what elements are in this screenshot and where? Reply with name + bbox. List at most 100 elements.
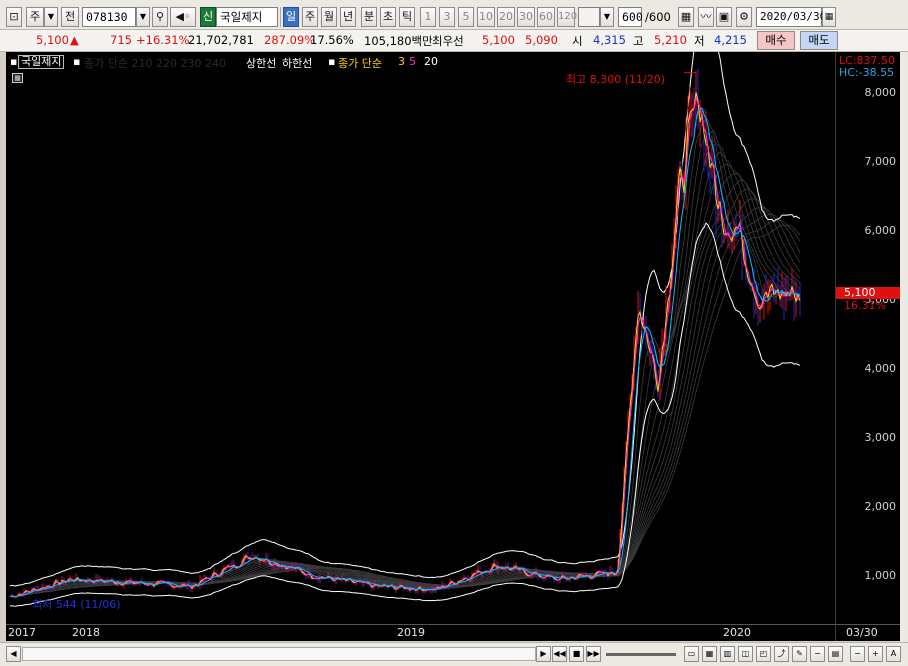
grid-icon[interactable]: ▦ <box>12 73 23 83</box>
num-5[interactable]: 5 <box>458 7 474 27</box>
last-icon[interactable]: ▶▶ <box>586 646 601 662</box>
best-label: 최우선 <box>432 34 464 48</box>
x-tick-2019: 2019 <box>397 626 425 639</box>
num-60[interactable]: 60 <box>537 7 555 27</box>
minus-icon[interactable]: − <box>810 646 825 662</box>
chart-scrollbar[interactable]: ◀ ▶ ◀◀ ■ ▶▶ ▭ ▦ ▥ ◫ ◰ ⤴ ✎ − ▤ − + A <box>0 642 908 666</box>
num-30[interactable]: 30 <box>517 7 535 27</box>
fit-icon[interactable]: ▤ <box>828 646 843 662</box>
font-icon[interactable]: A <box>886 646 901 662</box>
tools-icon[interactable]: ✎ <box>792 646 807 662</box>
period-button[interactable]: 주 <box>26 7 44 27</box>
trade-amount: 105,180백만 <box>364 34 433 48</box>
calendar-icon[interactable]: ▦ <box>822 7 836 27</box>
legend-ma5: 5 <box>409 55 416 68</box>
legend-stock-name[interactable]: 국일제지 <box>18 55 65 69</box>
upper-band-line <box>9 0 801 587</box>
low-label: 저 <box>694 34 705 48</box>
sound-icon[interactable]: ◀◦ <box>170 7 196 27</box>
y-tick-label: 8,000 <box>864 86 897 100</box>
y-tick-label: 7,000 <box>864 155 897 169</box>
low-price: 4,215 <box>714 33 747 47</box>
legend-box-icon-2: ▪ <box>73 55 81 68</box>
legend-box-icon-3: ▪ <box>328 55 336 68</box>
ma-long-line <box>9 140 801 597</box>
open-label: 시 <box>572 34 583 48</box>
gear-icon[interactable]: ⚙ <box>736 7 752 27</box>
best-ask: 5,100 <box>482 33 515 47</box>
tab-week[interactable]: 주 <box>302 7 318 27</box>
ma-long-line <box>9 214 801 597</box>
chart-icon[interactable]: ◰ <box>756 646 771 662</box>
scroll-right-icon[interactable]: ▶ <box>536 646 551 662</box>
high-price: 5,210 <box>654 33 687 47</box>
sell-button[interactable]: 매도 <box>800 31 838 50</box>
chart-canvas[interactable] <box>6 0 835 624</box>
chart-type-icon[interactable]: ⊡ <box>6 7 22 27</box>
volume: 21,702,781 <box>188 33 254 47</box>
last-price-box: 5,100 <box>836 287 901 300</box>
zoom-slider[interactable] <box>606 653 676 656</box>
quote-bar: 5,100 ▲ 715 +16.31% 21,702,781 287.09% 1… <box>0 30 908 52</box>
count-input[interactable]: 600 <box>618 7 643 27</box>
compare-icon[interactable]: ◫ <box>738 646 753 662</box>
trend-icon[interactable]: ⤴ <box>774 646 789 662</box>
ma-long-line <box>9 189 801 597</box>
view-button[interactable]: 전 <box>61 7 79 27</box>
period-custom-dropdown[interactable]: ▼ <box>600 7 614 27</box>
scroll-left-icon[interactable]: ◀ <box>6 646 21 662</box>
price-chart[interactable] <box>6 0 835 624</box>
num-3[interactable]: 3 <box>439 7 455 27</box>
stop-icon[interactable]: ■ <box>569 646 584 662</box>
y-tick-label: 2,000 <box>864 499 897 513</box>
change-rate: +16.31% <box>136 33 190 47</box>
tab-tick[interactable]: 틱 <box>399 7 415 27</box>
up-triangle-icon: ▲ <box>70 33 79 47</box>
first-icon[interactable]: ◀◀ <box>552 646 567 662</box>
num-1[interactable]: 1 <box>420 7 436 27</box>
ma-long-line <box>9 179 801 597</box>
y-tick-label: 4,000 <box>864 362 897 375</box>
ladder-icon[interactable]: ▦ <box>678 7 694 27</box>
date-axis-corner: 03/30 <box>835 624 900 641</box>
y-tick-label: 3,000 <box>864 430 897 444</box>
ma-long-line <box>9 219 801 597</box>
code-input[interactable]: 078130 <box>82 7 136 27</box>
zoom-out-icon[interactable]: − <box>850 646 865 662</box>
stock-name[interactable]: 국일제지 <box>216 7 278 27</box>
new-badge: 신 <box>200 7 216 27</box>
x-tick-2017: 2017 <box>8 626 36 639</box>
period-dropdown[interactable]: ▼ <box>44 7 58 27</box>
num-20[interactable]: 20 <box>497 7 515 27</box>
legend-ma20: 20 <box>424 55 438 68</box>
tab-second[interactable]: 초 <box>380 7 396 27</box>
tab-day[interactable]: 일 <box>283 7 299 27</box>
tab-minute[interactable]: 분 <box>361 7 377 27</box>
scroll-track[interactable] <box>22 647 536 661</box>
zoom-in-icon[interactable]: + <box>868 646 883 662</box>
volume-rate: 287.09% <box>264 33 316 47</box>
price-axis: LC:837.50 HC:-38.55 1,000 2,000 3,000 4,000… <box>835 52 901 624</box>
num-10[interactable]: 10 <box>477 7 495 27</box>
ma-long-line <box>9 224 801 597</box>
period-custom-input[interactable] <box>578 7 600 27</box>
price-change: 715 <box>110 33 132 47</box>
current-price: 5,100 <box>36 33 69 47</box>
date-axis: 2017 2018 2019 2020 <box>6 624 835 641</box>
x-tick-2018: 2018 <box>72 626 100 639</box>
zoom-icon[interactable]: ▭ <box>684 646 699 662</box>
grid-view-icon[interactable]: ▦ <box>702 646 717 662</box>
high-note: 최고 8,300 (11/20) <box>566 73 666 86</box>
num-120[interactable]: 120 <box>557 7 577 27</box>
ma-long-line <box>9 207 801 597</box>
split-view-icon[interactable]: ▥ <box>720 646 735 662</box>
draw-tool-icon[interactable]: 〰 <box>698 7 714 27</box>
date-input[interactable]: 2020/03/30 <box>756 7 826 27</box>
tab-month[interactable]: 월 <box>321 7 337 27</box>
tab-year[interactable]: 년 <box>340 7 356 27</box>
save-icon[interactable]: ▣ <box>716 7 732 27</box>
search-icon[interactable]: ⚲ <box>152 7 168 27</box>
code-dropdown[interactable]: ▼ <box>136 7 150 27</box>
buy-button[interactable]: 매수 <box>757 31 795 50</box>
legend-ma-long: 종가 단순 210 220 230 240 <box>84 57 226 70</box>
